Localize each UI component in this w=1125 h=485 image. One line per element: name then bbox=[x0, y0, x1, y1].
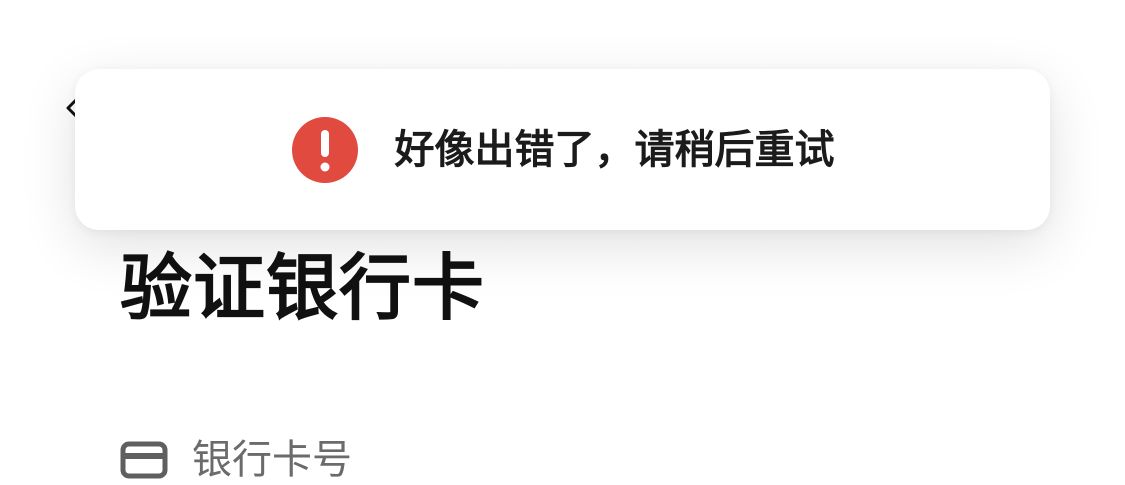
error-exclamation-icon bbox=[291, 116, 358, 183]
bank-card-number-field-label: 银行卡号 bbox=[120, 435, 352, 485]
credit-card-icon bbox=[120, 441, 168, 479]
bank-card-number-label: 银行卡号 bbox=[192, 437, 352, 483]
error-toast: 好像出错了，请稍后重试 bbox=[75, 69, 1050, 230]
page-title: 验证银行卡 bbox=[120, 246, 486, 330]
toast-message: 好像出错了，请稍后重试 bbox=[394, 126, 835, 173]
